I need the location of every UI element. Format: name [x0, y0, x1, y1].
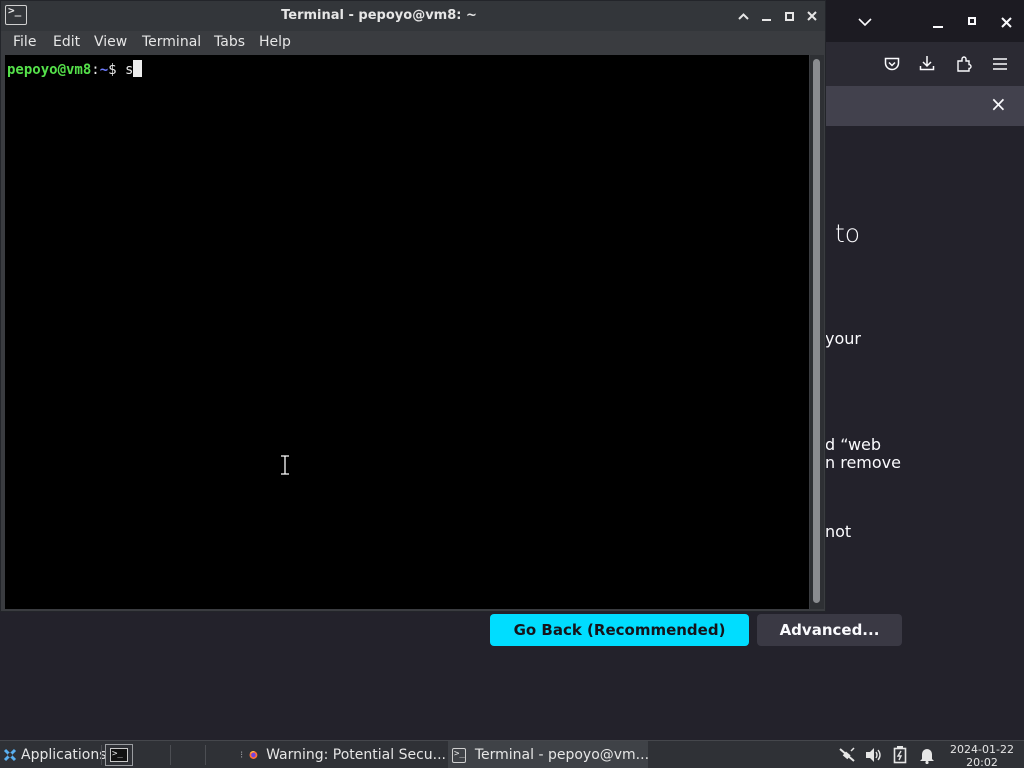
- list-all-tabs-icon[interactable]: [855, 12, 875, 32]
- terminal-icon: >_: [452, 747, 466, 763]
- applications-icon: [3, 748, 17, 762]
- error-text-fragment-4: not: [825, 522, 852, 541]
- terminal-menubar: File Edit View Terminal Tabs Help: [1, 31, 825, 55]
- applications-menu[interactable]: Applications: [2, 741, 107, 768]
- notification-bell-icon[interactable]: [919, 741, 935, 768]
- notification-close-icon[interactable]: ×: [990, 92, 1007, 116]
- downloads-icon[interactable]: [917, 53, 937, 73]
- menu-file[interactable]: File: [13, 34, 36, 50]
- firefox-icon: [249, 750, 258, 759]
- scrollbar-thumb[interactable]: [813, 59, 820, 603]
- window-title: Terminal - pepoyo@vm8: ~: [281, 8, 477, 23]
- menu-tabs[interactable]: Tabs: [214, 34, 245, 50]
- menu-help[interactable]: Help: [259, 34, 291, 50]
- terminal-screen[interactable]: pepoyo@vm8:~$ s: [5, 55, 809, 609]
- battery-icon[interactable]: [893, 741, 907, 768]
- prompt-user-host: pepoyo@vm8: [7, 62, 92, 78]
- window-button-label: Terminal - pepoyo@vm...: [474, 747, 650, 763]
- terminal-window: >_ Terminal - pepoyo@vm8: ~ File Edit Vi…: [0, 0, 826, 612]
- menu-edit[interactable]: Edit: [53, 34, 80, 50]
- clock-date: 2024-01-22: [950, 743, 1014, 756]
- browser-close-icon[interactable]: [996, 12, 1016, 32]
- taskbar-separator: [101, 745, 102, 765]
- terminal-scrollbar[interactable]: [810, 55, 824, 609]
- browser-minimize-icon[interactable]: [929, 14, 947, 32]
- taskbar-separator: [170, 745, 171, 765]
- drag-handle-icon: ⁝: [240, 749, 244, 761]
- browser-maximize-icon[interactable]: [963, 12, 981, 30]
- clock[interactable]: 2024-01-22 20:02: [946, 743, 1018, 768]
- prompt-path: ~: [99, 62, 109, 78]
- maximize-icon[interactable]: [780, 7, 798, 25]
- menu-view[interactable]: View: [94, 34, 127, 50]
- taskbar: Applications >_ ⁝ Warning: Potential Sec…: [0, 740, 1024, 768]
- shade-up-icon[interactable]: [734, 7, 752, 25]
- terminal-titlebar[interactable]: >_ Terminal - pepoyo@vm8: ~: [1, 1, 825, 31]
- error-text-fragment-3: n remove: [825, 453, 901, 472]
- extensions-icon[interactable]: [954, 54, 974, 74]
- go-back-button[interactable]: Go Back (Recommended): [490, 614, 749, 646]
- applications-label: Applications: [21, 747, 107, 763]
- error-text-fragment-1: your: [825, 329, 861, 348]
- command-input[interactable]: s: [125, 62, 133, 78]
- close-icon[interactable]: [803, 7, 821, 25]
- network-icon[interactable]: [838, 741, 856, 768]
- window-button-terminal[interactable]: >_ Terminal - pepoyo@vm...: [448, 741, 650, 768]
- command-prompt: pepoyo@vm8:~$ s: [7, 60, 143, 78]
- app-menu-icon[interactable]: [990, 54, 1010, 74]
- terminal-icon: >_: [105, 744, 133, 766]
- clock-time: 20:02: [966, 756, 998, 768]
- volume-icon[interactable]: [865, 741, 883, 768]
- pocket-icon[interactable]: [882, 54, 902, 74]
- minimize-icon[interactable]: [757, 7, 775, 25]
- launcher-terminal[interactable]: >_: [103, 741, 135, 768]
- text-cursor: [133, 60, 143, 77]
- window-button-label: Warning: Potential Secu...: [266, 747, 446, 763]
- advanced-button[interactable]: Advanced...: [757, 614, 902, 646]
- window-button-browser[interactable]: ⁝ Warning: Potential Secu...: [240, 741, 446, 768]
- prompt-separator: :: [91, 62, 100, 78]
- error-text-fragment-2: d “web: [825, 435, 882, 454]
- taskbar-separator: [205, 745, 206, 765]
- ibeam-cursor-icon: [281, 455, 289, 475]
- menu-terminal[interactable]: Terminal: [142, 34, 201, 50]
- prompt-symbol: $: [108, 62, 117, 78]
